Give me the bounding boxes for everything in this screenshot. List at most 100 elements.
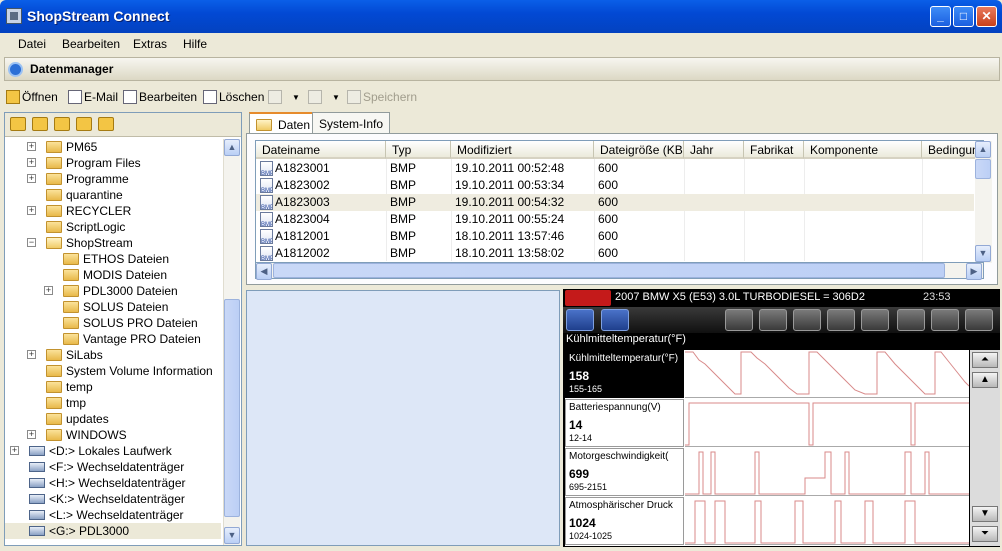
table-row[interactable]: BMPA1823004 BMP 19.10.2011 00:55:24 600: [256, 211, 974, 228]
tree-expander[interactable]: +: [10, 446, 19, 455]
save-button[interactable]: Speichern: [347, 88, 417, 106]
edit-button[interactable]: Bearbeiten: [123, 88, 197, 106]
tree-scroll-down[interactable]: ▼: [224, 527, 240, 544]
delete-button[interactable]: Löschen: [203, 88, 264, 106]
tree-expander[interactable]: −: [27, 238, 36, 247]
tree-item[interactable]: SOLUS PRO Dateien: [5, 315, 221, 331]
tree-item[interactable]: tmp: [5, 395, 221, 411]
table-cell: BMPA1823003: [260, 195, 330, 210]
new-folder-icon[interactable]: [32, 117, 48, 131]
signal-name: Kühlmitteltemperatur(°F): [569, 353, 679, 364]
folder-delete-icon[interactable]: [76, 117, 92, 131]
tree-item[interactable]: + RECYCLER: [5, 203, 221, 219]
folder-icon: [46, 397, 62, 409]
open-button[interactable]: Öffnen: [6, 88, 58, 106]
tree-item[interactable]: MODIS Dateien: [5, 267, 221, 283]
folder-rename-icon[interactable]: [98, 117, 114, 131]
column-header[interactable]: Fabrikat: [744, 141, 804, 159]
tree-item[interactable]: Vantage PRO Dateien: [5, 331, 221, 347]
tree-item[interactable]: + WINDOWS: [5, 427, 221, 443]
table-hscrollbar[interactable]: ◀ ▶: [255, 262, 984, 280]
tree-expander[interactable]: +: [27, 174, 36, 183]
table-scroll-down[interactable]: ▼: [975, 245, 991, 262]
table-scroll-right[interactable]: ▶: [966, 263, 982, 280]
print-button[interactable]: [308, 88, 322, 106]
menu-extras[interactable]: Extras: [133, 37, 167, 51]
title-bar[interactable]: ShopStream Connect _ □ ✕: [0, 0, 1002, 33]
tree-item-label: SOLUS PRO Dateien: [83, 316, 198, 330]
tree-item[interactable]: + <D:> Lokales Laufwerk: [5, 443, 221, 459]
table-scroll-thumb[interactable]: [975, 159, 991, 179]
table-row[interactable]: BMPA1823001 BMP 19.10.2011 00:52:48 600: [256, 160, 974, 177]
table-scroll-up[interactable]: ▲: [975, 141, 991, 158]
menu-hilfe[interactable]: Hilfe: [183, 37, 207, 51]
tree-item[interactable]: System Volume Information: [5, 363, 221, 379]
folder-copy-icon[interactable]: [54, 117, 70, 131]
tree-item[interactable]: − ShopStream: [5, 235, 221, 251]
column-header[interactable]: Komponente: [804, 141, 922, 159]
tree-expander[interactable]: +: [44, 286, 53, 295]
column-header[interactable]: Dateiname: [256, 141, 386, 159]
print-dropdown[interactable]: ▼: [332, 88, 340, 106]
tree-scroll-thumb[interactable]: [224, 299, 240, 517]
column-header[interactable]: Typ: [386, 141, 451, 159]
tree-item[interactable]: + PDL3000 Dateien: [5, 283, 221, 299]
tree-item[interactable]: <H:> Wechseldatenträger: [5, 475, 221, 491]
column-header[interactable]: Jahr: [684, 141, 744, 159]
column-header[interactable]: Modifiziert: [451, 141, 594, 159]
folder-icon: [46, 173, 62, 185]
copy-dropdown[interactable]: ▼: [292, 88, 300, 106]
column-header[interactable]: Dateigröße (KB): [594, 141, 684, 159]
tree-expander[interactable]: +: [27, 430, 36, 439]
tree-item[interactable]: <K:> Wechseldatenträger: [5, 491, 221, 507]
maximize-button[interactable]: □: [953, 6, 974, 27]
tree-item[interactable]: ETHOS Dateien: [5, 251, 221, 267]
tree-item[interactable]: temp: [5, 379, 221, 395]
tree-item-label: SOLUS Dateien: [83, 300, 169, 314]
table-scrollbar[interactable]: ▲ ▼: [975, 141, 992, 263]
email-button[interactable]: E-Mail: [68, 88, 118, 106]
drive-icon: [29, 494, 45, 504]
app-icon: [6, 8, 22, 24]
table-row[interactable]: BMPA1812001 BMP 18.10.2011 13:57:46 600: [256, 228, 974, 245]
column-header[interactable]: Bedingung: [922, 141, 982, 159]
tree-item[interactable]: + Programme: [5, 171, 221, 187]
minimize-button[interactable]: _: [930, 6, 951, 27]
tree-scroll-up[interactable]: ▲: [224, 139, 240, 156]
close-button[interactable]: ✕: [976, 6, 997, 27]
email-icon: [68, 90, 82, 104]
folder-up-icon[interactable]: [10, 117, 26, 131]
tree-expander[interactable]: +: [27, 158, 36, 167]
table-row[interactable]: BMPA1812002 BMP 18.10.2011 13:58:02 600: [256, 245, 974, 262]
tree-expander[interactable]: +: [27, 350, 36, 359]
table-cell: BMP: [390, 161, 417, 175]
tree-item[interactable]: + Program Files: [5, 155, 221, 171]
tree-item[interactable]: quarantine: [5, 187, 221, 203]
menu-datei[interactable]: Datei: [18, 37, 46, 51]
table-scroll-left[interactable]: ◀: [256, 263, 272, 280]
copy-button[interactable]: [268, 88, 282, 106]
tree-item[interactable]: ScriptLogic: [5, 219, 221, 235]
tree-item[interactable]: <G:> PDL3000: [5, 523, 221, 539]
tree-item[interactable]: SOLUS Dateien: [5, 299, 221, 315]
table-row[interactable]: BMPA1823002 BMP 19.10.2011 00:53:34 600: [256, 177, 974, 194]
tree-expander[interactable]: +: [27, 206, 36, 215]
tree-scrollbar[interactable]: ▲ ▼: [223, 139, 240, 545]
bmp-file-icon: BMP: [260, 246, 273, 261]
signal-waveform: [685, 500, 969, 544]
folder-icon: [46, 205, 62, 217]
tree-item[interactable]: <L:> Wechseldatenträger: [5, 507, 221, 523]
tab-daten[interactable]: Daten: [249, 112, 318, 135]
table-hscroll-thumb[interactable]: [273, 263, 945, 278]
tree-item[interactable]: updates: [5, 411, 221, 427]
scanner-line-up-icon: ▲: [972, 372, 998, 388]
tree-expander[interactable]: +: [27, 142, 36, 151]
menu-bearbeiten[interactable]: Bearbeiten: [62, 37, 120, 51]
tree-item[interactable]: + SiLabs: [5, 347, 221, 363]
tab-system-info[interactable]: System-Info: [312, 112, 391, 134]
tree-item[interactable]: + PM65: [5, 139, 221, 155]
table-row[interactable]: BMPA1823003 BMP 19.10.2011 00:54:32 600: [256, 194, 974, 211]
waveform-line: [685, 451, 969, 495]
tree-item[interactable]: <F:> Wechseldatenträger: [5, 459, 221, 475]
signal-item: Atmosphärischer Druck 1024 1024-1025: [565, 497, 684, 545]
